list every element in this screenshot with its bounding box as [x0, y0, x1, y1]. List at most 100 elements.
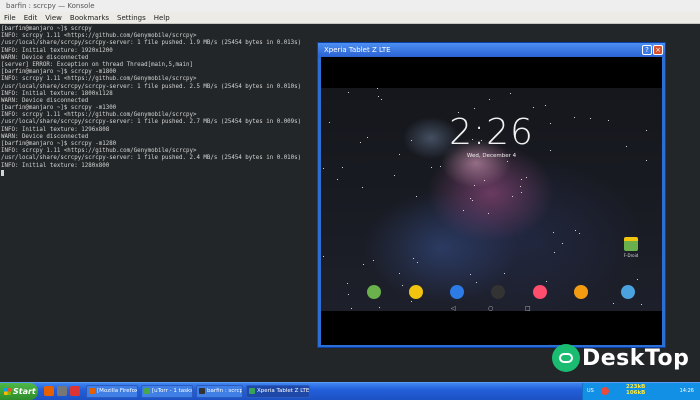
- scrcpy-title-bar[interactable]: Xperia Tablet Z LTE ? ×: [318, 43, 665, 57]
- star: [504, 273, 505, 274]
- star: [545, 105, 546, 106]
- task-app-icon: [89, 388, 95, 394]
- photos-icon[interactable]: [574, 285, 588, 299]
- terminal-quicklaunch-icon[interactable]: [57, 386, 67, 396]
- window-title: barfin : scrcpy — Konsole: [6, 2, 95, 10]
- start-label: Start: [13, 387, 36, 396]
- star: [373, 260, 374, 261]
- clock[interactable]: 14:26: [680, 388, 694, 394]
- star: [533, 107, 534, 108]
- star: [553, 232, 554, 233]
- star: [470, 198, 471, 199]
- star: [463, 210, 464, 211]
- home-icon[interactable]: ○: [488, 305, 493, 312]
- desktop-watermark: DeskTop: [552, 340, 692, 376]
- star: [489, 99, 490, 100]
- star: [575, 230, 576, 231]
- star: [413, 258, 414, 259]
- chrome-icon[interactable]: [409, 285, 423, 299]
- net-download-speed: 106kB: [626, 390, 646, 396]
- star: [507, 161, 508, 162]
- windows-logo-icon: [4, 388, 11, 395]
- menu-help[interactable]: Help: [150, 12, 174, 24]
- fdroid-icon: [624, 237, 638, 251]
- task-label: Xperia Tablet Z LTE: [257, 388, 310, 394]
- scrcpy-window-title: Xperia Tablet Z LTE: [324, 46, 391, 54]
- star: [520, 186, 521, 187]
- star: [476, 282, 477, 283]
- menu-file[interactable]: File: [0, 12, 20, 24]
- hangouts-icon[interactable]: [367, 285, 381, 299]
- desktop-logo-icon: [552, 344, 580, 372]
- star: [521, 192, 522, 193]
- text-cursor: [1, 169, 4, 176]
- menu-settings[interactable]: Settings: [113, 12, 150, 24]
- star: [417, 262, 418, 263]
- navigation-bar: ◁ ○ □: [321, 305, 662, 313]
- task-label: barfin : scrcpy: [207, 388, 243, 394]
- taskbar-task[interactable]: [uTorr - 1 tasks]: [141, 385, 193, 398]
- star: [394, 175, 395, 176]
- recents-icon[interactable]: □: [525, 305, 531, 312]
- task-app-icon: [199, 388, 205, 394]
- star: [342, 167, 343, 168]
- app-drawer-icon[interactable]: [491, 285, 505, 299]
- taskbar: Start [Mozilla Firefox] [uTorr - 1 tasks]…: [0, 382, 700, 400]
- lockscreen-date: Wed, December 4: [466, 153, 517, 159]
- fdroid-shortcut[interactable]: F-Droid: [622, 237, 640, 261]
- star: [323, 256, 324, 257]
- star: [562, 243, 563, 244]
- start-button[interactable]: Start: [0, 383, 38, 400]
- star: [526, 177, 527, 178]
- tray-alert-icon[interactable]: [601, 387, 609, 395]
- task-label: [Mozilla Firefox]: [97, 388, 138, 394]
- taskbar-task[interactable]: [Mozilla Firefox]: [86, 385, 138, 398]
- taskbar-task[interactable]: Xperia Tablet Z LTE: [246, 385, 310, 398]
- tray-lang[interactable]: US: [587, 388, 594, 394]
- star: [521, 179, 522, 180]
- watermark-text: DeskTop: [582, 346, 690, 371]
- music-icon[interactable]: [533, 285, 547, 299]
- star: [399, 273, 400, 274]
- star: [637, 279, 638, 280]
- star: [472, 200, 473, 201]
- konsole-menu-bar: File Edit View Bookmarks Settings Help: [0, 12, 700, 24]
- star: [474, 185, 475, 186]
- star: [646, 160, 647, 161]
- star: [440, 166, 441, 167]
- star: [416, 196, 417, 197]
- star: [554, 252, 555, 253]
- star: [512, 196, 513, 197]
- app-quicklaunch-icon[interactable]: [70, 386, 80, 396]
- star: [484, 180, 485, 181]
- star: [323, 168, 324, 169]
- maps-icon[interactable]: [450, 285, 464, 299]
- menu-edit[interactable]: Edit: [20, 12, 42, 24]
- device-screen[interactable]: 2:26 Wed, December 4 F-Droid ◁ ○ □: [321, 57, 662, 345]
- android-status-bar: [321, 88, 662, 98]
- konsole-title-bar[interactable]: barfin : scrcpy — Konsole: [0, 0, 700, 12]
- fdroid-label: F-Droid: [623, 253, 639, 258]
- star: [362, 187, 363, 188]
- star: [431, 167, 432, 168]
- menu-view[interactable]: View: [41, 12, 66, 24]
- star: [488, 213, 489, 214]
- star: [474, 108, 475, 109]
- terminal-line: INFO: scrcpy 1.11 <https://github.com/Ge…: [1, 33, 197, 40]
- firefox-quicklaunch-icon[interactable]: [44, 386, 54, 396]
- back-icon[interactable]: ◁: [451, 305, 456, 312]
- web-icon[interactable]: [621, 285, 635, 299]
- star: [546, 281, 547, 282]
- star: [381, 99, 382, 100]
- terminal-line: [barfin@manjaro ~]$ scrcpy: [1, 26, 92, 32]
- task-app-icon: [144, 388, 150, 394]
- help-button[interactable]: ?: [642, 45, 652, 55]
- menu-bookmarks[interactable]: Bookmarks: [66, 12, 113, 24]
- close-button[interactable]: ×: [653, 45, 663, 55]
- scrcpy-window[interactable]: Xperia Tablet Z LTE ? × 2:26 Wed, Decemb…: [317, 42, 666, 348]
- star: [363, 264, 364, 265]
- lockscreen-clock: 2:26: [449, 112, 534, 153]
- star: [347, 283, 348, 284]
- taskbar-task[interactable]: barfin : scrcpy: [196, 385, 243, 398]
- star: [579, 233, 580, 234]
